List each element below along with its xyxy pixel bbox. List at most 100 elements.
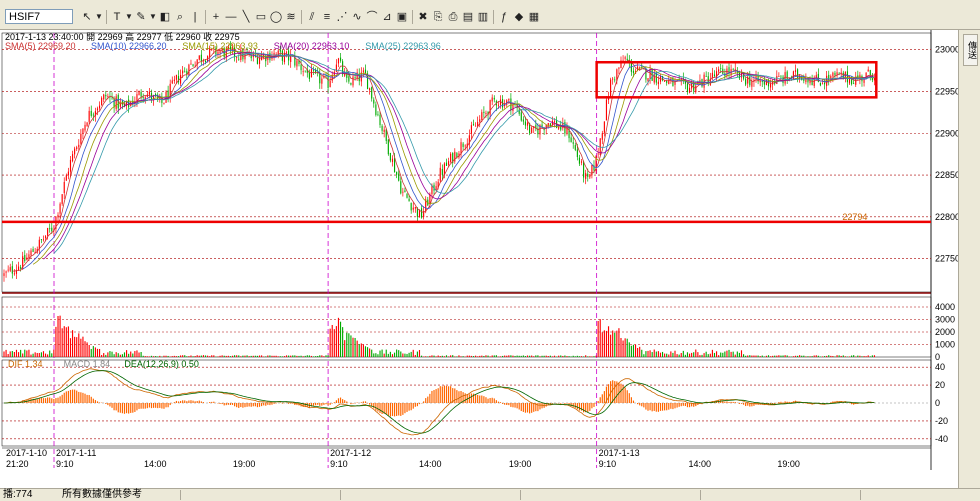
volume-bar — [537, 355, 538, 357]
volume-bar — [502, 356, 503, 357]
rectangle-tool-icon[interactable]: ▭ — [254, 9, 268, 25]
candle-body — [184, 72, 185, 73]
symbol-input[interactable]: HSIF7 — [5, 9, 73, 24]
zoom-tool-icon[interactable]: ⌕ — [173, 9, 187, 25]
candle-body — [375, 104, 376, 115]
ellipse-tool-icon[interactable]: ◯ — [269, 9, 283, 25]
volume-bar — [548, 356, 549, 357]
box-tool-icon[interactable]: ▣ — [395, 9, 409, 25]
export-tool-icon[interactable]: ▥ — [476, 9, 490, 25]
crosshair-tool-icon[interactable]: + — [209, 9, 223, 25]
line-tool-icon[interactable]: | — [188, 9, 202, 25]
volume-bar — [552, 356, 553, 357]
x-date-label: 2017-1-12 — [330, 448, 371, 458]
alert-tool-icon[interactable]: ◆ — [512, 9, 526, 25]
candle-body — [105, 95, 106, 96]
volume-bar — [664, 354, 665, 357]
dropdown-arrow-icon[interactable]: ▼ — [149, 9, 157, 25]
volume-bar — [643, 354, 644, 357]
candle-body — [770, 84, 771, 88]
candle-body — [465, 146, 466, 147]
candle-body — [6, 271, 7, 272]
volume-bar — [145, 356, 146, 357]
candle-body — [72, 154, 73, 161]
candle-body — [521, 112, 522, 120]
candle-body — [687, 84, 688, 92]
volume-bar — [637, 348, 638, 357]
candle-body — [834, 73, 835, 76]
pen-tool-icon[interactable]: ✎ — [134, 9, 148, 25]
candle-body — [411, 203, 412, 211]
volume-bar — [658, 351, 659, 357]
x-time-label: 19:00 — [233, 459, 256, 469]
dropdown-arrow-icon[interactable]: ▼ — [95, 9, 103, 25]
volume-bar — [406, 354, 407, 357]
volume-bar — [116, 352, 117, 357]
candle-body — [782, 77, 783, 84]
volume-bar — [442, 356, 443, 357]
fan-tool-icon[interactable]: ⋰ — [335, 9, 349, 25]
candle-body — [795, 70, 796, 72]
candle-body — [14, 273, 15, 274]
delete-tool-icon[interactable]: ✖ — [416, 9, 430, 25]
arrow-tool-icon[interactable]: ↖ — [80, 9, 94, 25]
volume-tick-label: 3000 — [935, 315, 955, 325]
volume-bar — [132, 354, 133, 357]
volume-bar — [508, 355, 509, 357]
volume-tick-label: 2000 — [935, 327, 955, 337]
candle-body — [587, 174, 588, 177]
save-tool-icon[interactable]: ▤ — [461, 9, 475, 25]
settings-tool-icon[interactable]: ▦ — [527, 9, 541, 25]
parallel-tool-icon[interactable]: ⫽ — [305, 9, 319, 25]
side-tab-button[interactable]: 傳送 — [963, 34, 978, 66]
candle-body — [689, 88, 690, 93]
palette-tool-icon[interactable]: ◧ — [158, 9, 172, 25]
volume-bar — [614, 333, 615, 357]
candle-body — [868, 70, 869, 72]
indicator-tool-icon[interactable]: ƒ — [497, 9, 511, 25]
hline-tool-icon[interactable]: — — [224, 9, 238, 25]
fibonacci-tool-icon[interactable]: ≡ — [320, 9, 334, 25]
candle-body — [573, 142, 574, 143]
volume-bar — [253, 356, 254, 357]
price-tick-label: 22800 — [935, 212, 958, 222]
price-chart-svg[interactable]: 2300022950229002285022800227504000300020… — [0, 30, 958, 488]
dropdown-arrow-icon[interactable]: ▼ — [125, 9, 133, 25]
chart-area[interactable]: 2300022950229002285022800227504000300020… — [0, 30, 980, 488]
volume-bar — [342, 327, 343, 357]
diagonal-line-tool-icon[interactable]: ╲ — [239, 9, 253, 25]
volume-bar — [321, 355, 322, 357]
volume-bar — [558, 356, 559, 357]
volume-bar — [417, 352, 418, 357]
x-date-label: 2017-1-10 — [6, 448, 47, 458]
candle-body — [836, 72, 837, 75]
candle-body — [80, 134, 81, 144]
volume-bar — [151, 356, 152, 357]
volume-bar — [527, 356, 528, 357]
arc-tool-icon[interactable]: ⌒ — [365, 9, 379, 25]
volume-bar — [217, 356, 218, 357]
measure-tool-icon[interactable]: ⊿ — [380, 9, 394, 25]
volume-bar — [814, 355, 815, 357]
candle-body — [128, 100, 129, 108]
volume-bar — [816, 355, 817, 357]
volume-bar — [812, 356, 813, 357]
candle-body — [43, 239, 44, 240]
volume-bar — [26, 350, 27, 357]
text-tool-icon[interactable]: T — [110, 9, 124, 25]
candle-body — [853, 83, 854, 84]
volume-bar — [402, 353, 403, 357]
status-cell — [860, 490, 861, 500]
cycle-tool-icon[interactable]: ∿ — [350, 9, 364, 25]
candle-body — [30, 251, 31, 256]
candle-body — [70, 160, 71, 172]
candle-body — [762, 81, 763, 82]
channel-tool-icon[interactable]: ≋ — [284, 9, 298, 25]
candle-body — [780, 77, 781, 78]
candle-body — [492, 97, 493, 101]
volume-bar — [519, 356, 520, 357]
volume-bar — [866, 356, 867, 357]
print-tool-icon[interactable]: ⎙ — [446, 9, 460, 25]
candle-body — [606, 100, 607, 121]
copy-tool-icon[interactable]: ⎘ — [431, 9, 445, 25]
